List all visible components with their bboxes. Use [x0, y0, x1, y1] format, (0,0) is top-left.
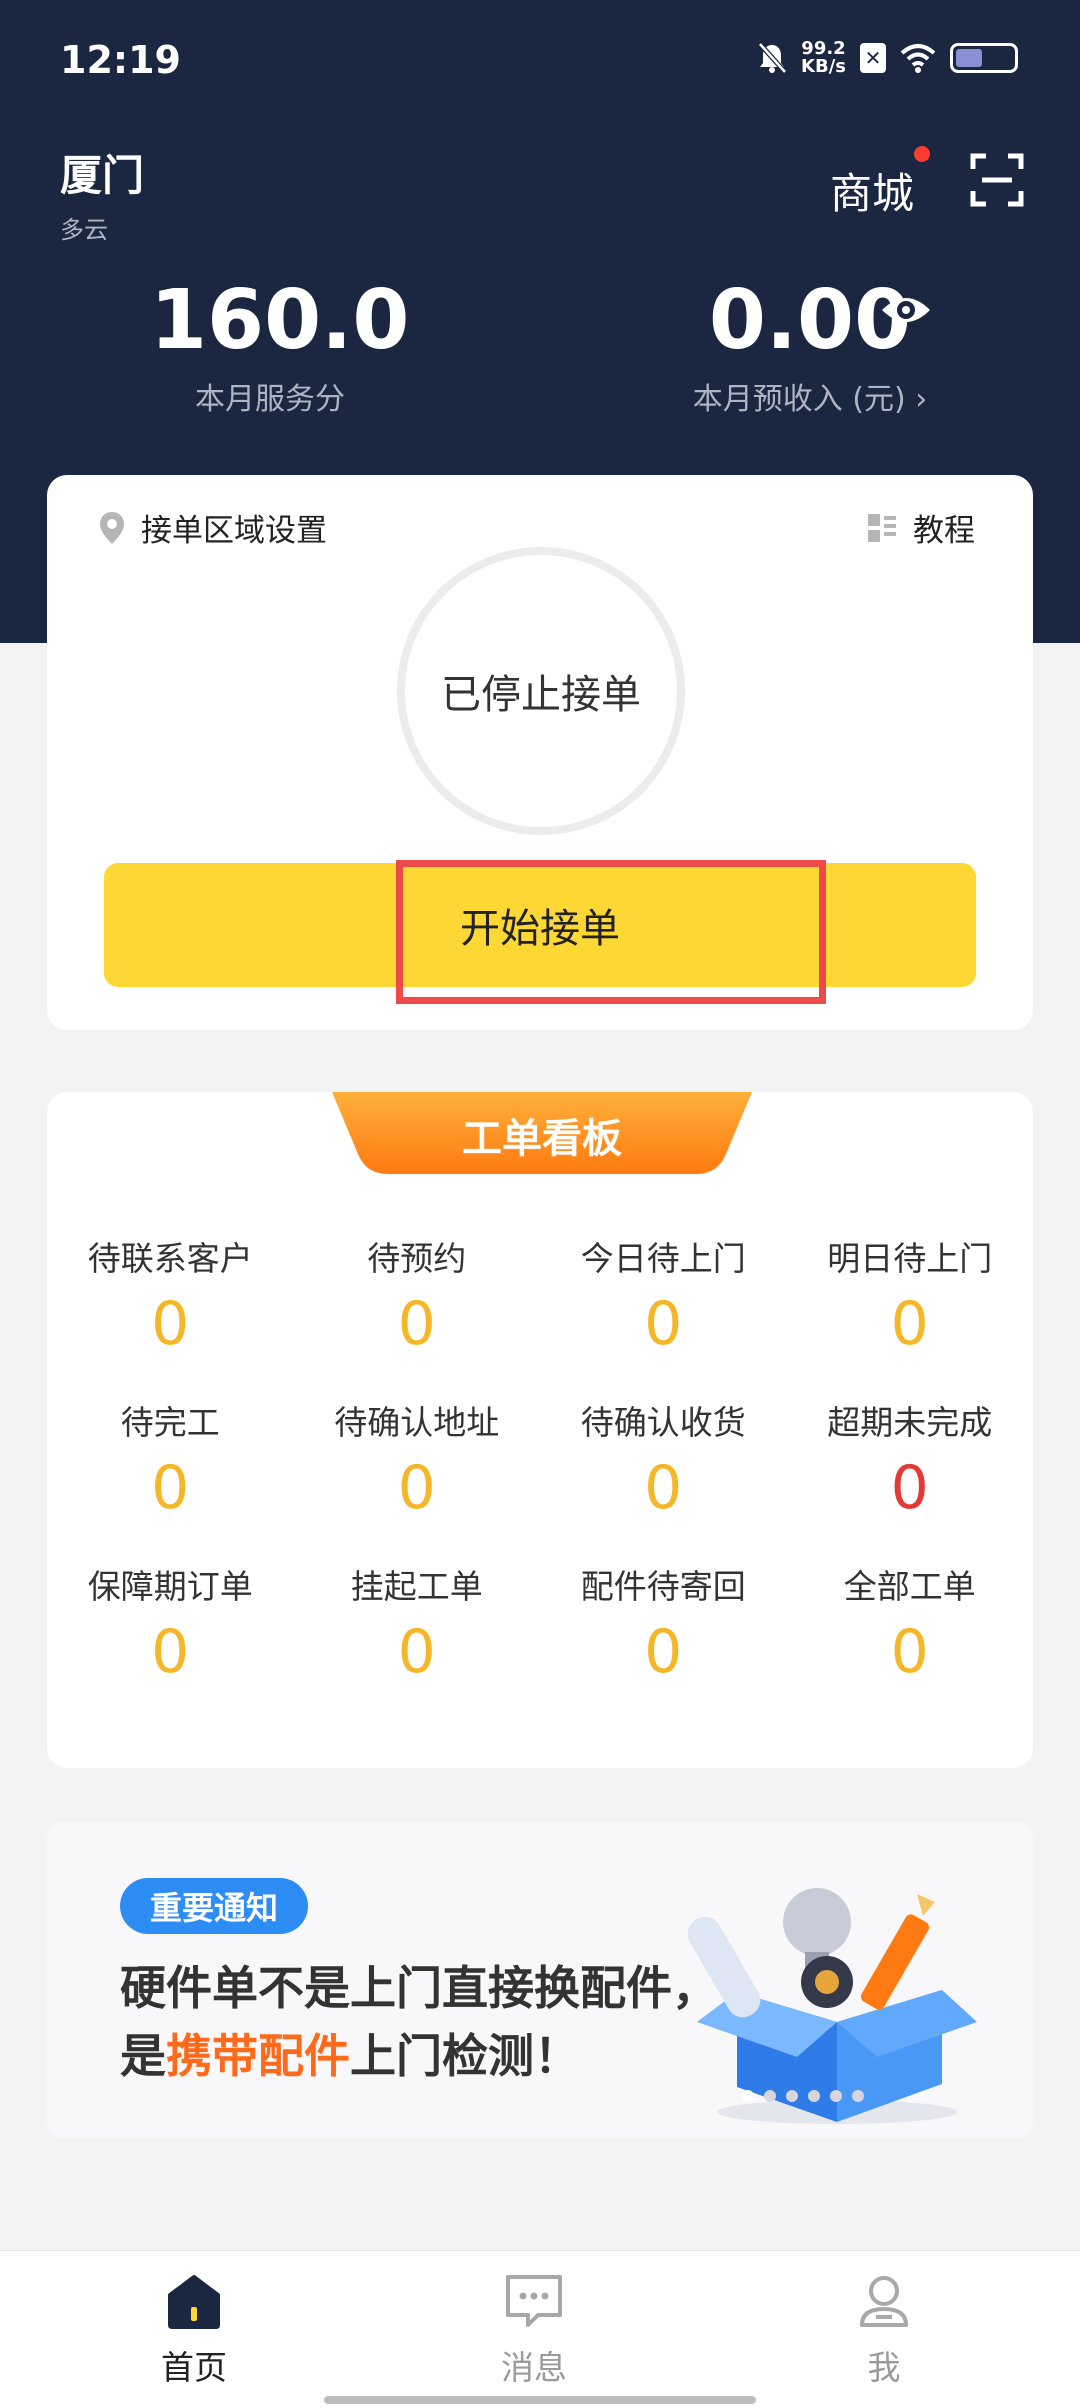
work-order-board: 工单看板 待联系客户 0 待预约 0 今日待上门 0 明日待上门 0 待完工 0 待确认地…	[47, 1092, 1033, 1768]
board-grid: 待联系客户 0 待预约 0 今日待上门 0 明日待上门 0 待完工 0 待确认地址 0 待确…	[47, 1232, 1033, 1682]
nav-home[interactable]: 首页	[94, 2273, 294, 2389]
tutorial-label: 教程	[913, 513, 975, 549]
area-setting-label: 接单区域设置	[141, 513, 327, 549]
board-item-pending-appointment[interactable]: 待预约 0	[294, 1232, 541, 1354]
service-score-value: 160.0	[150, 273, 410, 368]
notice-badge: 重要通知	[120, 1878, 309, 1934]
scan-icon[interactable]	[970, 153, 1024, 207]
location-pin-icon	[100, 511, 124, 544]
notification-dot	[914, 146, 930, 162]
service-score-label: 本月服务分	[195, 382, 345, 417]
board-item-overdue[interactable]: 超期未完成 0	[787, 1396, 1034, 1518]
board-item-confirm-receipt[interactable]: 待确认收货 0	[540, 1396, 787, 1518]
mall-button[interactable]: 商城	[830, 160, 914, 221]
order-status-circle: 已停止接单	[397, 547, 685, 835]
message-icon	[506, 2275, 562, 2327]
nav-home-label: 首页	[161, 2348, 227, 2387]
battery-icon	[950, 43, 1018, 73]
board-item-today-visit[interactable]: 今日待上门 0	[540, 1232, 787, 1354]
board-item-tomorrow-visit[interactable]: 明日待上门 0	[787, 1232, 1034, 1354]
board-item-pending-completion[interactable]: 待完工 0	[47, 1396, 294, 1518]
status-time: 12:19	[60, 38, 181, 82]
nav-messages-label: 消息	[501, 2348, 567, 2387]
bottom-nav: 首页 消息 我	[0, 2250, 1080, 2408]
nav-messages[interactable]: 消息	[434, 2273, 634, 2389]
status-icons: 99.2 KB/s ✕	[757, 40, 1018, 76]
board-title-tab: 工单看板	[332, 1092, 752, 1174]
board-item-all-orders[interactable]: 全部工单 0	[787, 1560, 1034, 1682]
board-item-contact-customer[interactable]: 待联系客户 0	[47, 1232, 294, 1354]
tutorial-icon	[868, 513, 896, 542]
home-icon	[168, 2275, 220, 2329]
carousel-dots[interactable]	[742, 2090, 864, 2102]
mute-bell-icon	[758, 42, 787, 74]
home-indicator[interactable]	[324, 2396, 756, 2404]
nav-me-label: 我	[867, 2348, 901, 2387]
board-item-confirm-address[interactable]: 待确认地址 0	[294, 1396, 541, 1518]
board-item-suspended[interactable]: 挂起工单 0	[294, 1560, 541, 1682]
notification-x-icon: ✕	[860, 43, 886, 73]
city-name[interactable]: 厦门	[60, 142, 144, 203]
eye-icon[interactable]	[880, 292, 932, 328]
network-speed: 99.2 KB/s	[801, 38, 846, 77]
board-item-warranty-orders[interactable]: 保障期订单 0	[47, 1560, 294, 1682]
wifi-icon	[900, 44, 936, 73]
service-score[interactable]: 160.0 本月服务分	[150, 273, 410, 418]
expected-income-label: 本月预收入 (元) ›	[692, 382, 928, 417]
notice-banner[interactable]: 重要通知 硬件单不是上门直接换配件， 是携带配件上门检测！	[47, 1822, 1033, 2138]
weather-text: 多云	[60, 216, 108, 244]
user-icon	[860, 2276, 908, 2327]
chevron-right-icon: ›	[915, 382, 928, 417]
area-setting-button[interactable]: 接单区域设置	[99, 505, 327, 550]
highlight-box	[396, 860, 826, 1004]
board-item-parts-return[interactable]: 配件待寄回 0	[540, 1560, 787, 1682]
tutorial-button[interactable]: 教程	[867, 505, 975, 550]
notice-line-2: 是携带配件上门检测！	[120, 2029, 580, 2083]
board-title: 工单看板	[462, 1116, 622, 1162]
notice-line-1: 硬件单不是上门直接换配件，	[120, 1961, 718, 2015]
nav-me[interactable]: 我	[784, 2273, 984, 2389]
